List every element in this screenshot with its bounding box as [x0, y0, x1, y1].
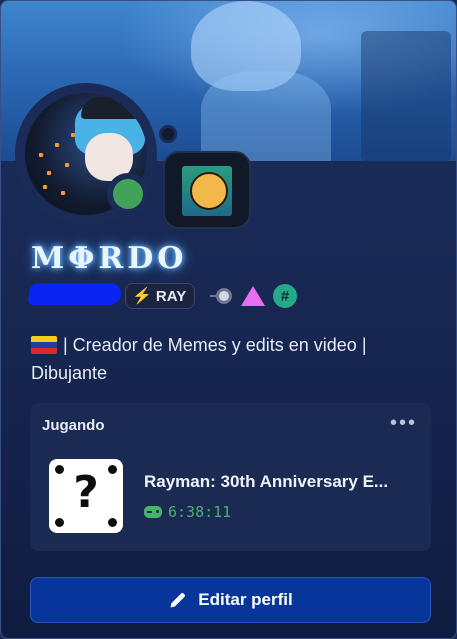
speed-disc-icon[interactable] [209, 284, 233, 308]
corner-dot [55, 518, 64, 527]
profile-card: MΦRDO ⚡ RAY # | Creador de Memes y edits… [0, 0, 457, 639]
avatar-spark [39, 153, 43, 157]
server-tag[interactable]: ⚡ RAY [125, 283, 196, 309]
profile-widget-image[interactable] [163, 151, 251, 229]
profile-bio: | Creador de Memes y edits en video | Di… [31, 331, 431, 387]
lightning-bolt-icon: ⚡ [132, 288, 152, 305]
pencil-icon [170, 593, 186, 608]
edit-profile-button[interactable]: Editar perfil [30, 577, 431, 623]
display-name: MΦRDO [31, 241, 188, 276]
triangle-shape [241, 286, 265, 306]
bio-text: | Creador de Memes y edits en video | Di… [31, 335, 367, 383]
status-bubble-dot [159, 125, 177, 143]
avatar-cap [81, 97, 141, 119]
elapsed-time: 6:38:11 [168, 503, 232, 521]
online-status-indicator [107, 173, 149, 215]
username-redacted [27, 283, 123, 305]
more-options-button[interactable]: ••• [390, 413, 417, 433]
server-tag-label: RAY [155, 287, 187, 305]
gamepad-icon [144, 506, 162, 518]
avatar-spark [55, 143, 59, 147]
question-mark: ? [73, 467, 99, 518]
venezuela-flag-icon [31, 336, 57, 354]
hash-icon[interactable]: # [273, 284, 297, 308]
banner-machine [361, 31, 451, 161]
avatar-spark [65, 163, 69, 167]
pink-triangle-icon[interactable] [241, 284, 265, 308]
disc-shape [216, 288, 232, 304]
edit-profile-label: Editar perfil [198, 590, 293, 609]
unknown-game-question-icon[interactable]: ? [49, 459, 123, 533]
activity-card: Jugando ••• ? Rayman: 30th Anniversary E… [30, 403, 431, 551]
game-title: Rayman: 30th Anniversary E... [144, 472, 389, 491]
avatar-spark [43, 185, 47, 189]
game-timer: 6:38:11 [144, 503, 231, 521]
corner-dot [108, 465, 117, 474]
corner-dot [108, 518, 117, 527]
meme-thumbnail [182, 166, 232, 216]
avatar-spark [61, 191, 65, 195]
meme-face [190, 172, 228, 210]
banner-figure-body [201, 71, 331, 161]
profile-badges: # [209, 283, 297, 309]
avatar-spark [47, 171, 51, 175]
activity-header: Jugando [42, 417, 105, 434]
corner-dot [55, 465, 64, 474]
avatar-spark [71, 133, 75, 137]
